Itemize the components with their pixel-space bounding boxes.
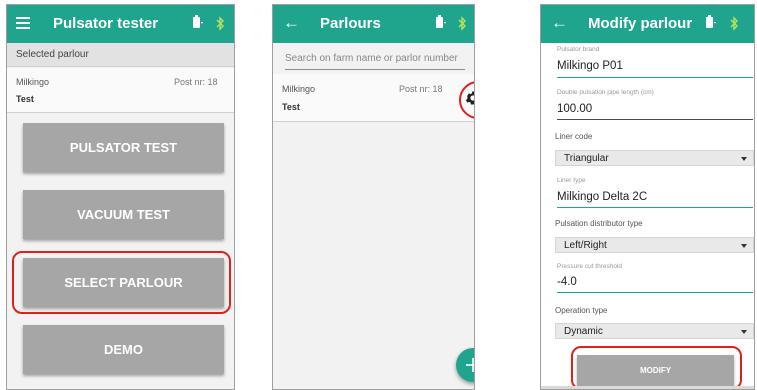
selected-parlour-card: Milkingo Post nr: 18 Test [7, 68, 234, 113]
demo-button[interactable]: DEMO [23, 325, 224, 374]
app-title: Modify parlour [588, 15, 693, 32]
liner-type-field[interactable]: Milkingo Delta 2C [557, 191, 647, 203]
pulsator-brand-label: Pulsator brand [557, 46, 600, 53]
distributor-type-value: Left/Right [564, 240, 607, 251]
field-underline [557, 77, 753, 78]
dropdown-arrow-icon [741, 330, 747, 334]
distributor-type-label: Pulsation distributor type [555, 219, 643, 228]
battery-icon [706, 15, 716, 28]
pipe-length-field[interactable]: 100.00 [557, 103, 592, 115]
field-underline [557, 207, 753, 208]
operation-type-label: Operation type [555, 306, 608, 315]
selected-parlour-header: Selected parlour [7, 43, 234, 67]
parlour-name: Test [282, 102, 300, 112]
bluetooth-icon [730, 16, 738, 31]
modify-highlight [571, 346, 742, 389]
battery-icon [436, 15, 446, 28]
distributor-type-select[interactable]: Left/Right [555, 237, 754, 253]
field-underline [557, 292, 753, 293]
operation-type-value: Dynamic [564, 326, 603, 337]
bluetooth-icon [458, 16, 466, 31]
parlour-name: Test [16, 94, 34, 104]
back-arrow-icon[interactable]: ← [283, 13, 300, 33]
bottom-scroll-bar [541, 386, 754, 389]
liner-code-value: Triangular [564, 153, 609, 164]
field-underline [557, 119, 753, 120]
dropdown-arrow-icon [741, 244, 747, 248]
farm-name: Milkingo [282, 84, 316, 94]
liner-code-select[interactable]: Triangular [555, 150, 754, 166]
select-parlour-highlight [12, 251, 231, 314]
app-bar: Pulsator tester [7, 5, 234, 43]
farm-name: Milkingo [16, 77, 50, 87]
vacuum-test-button[interactable]: VACUUM TEST [23, 190, 224, 239]
pressure-threshold-field[interactable]: -4.0 [557, 276, 577, 288]
pressure-threshold-label: Pressure cut threshold [557, 263, 623, 270]
pipe-length-label: Double pulsation pipe length (cm) [557, 89, 654, 96]
modify-parlour-screen: ← Modify parlour Pulsator brand Milkingo… [540, 4, 755, 390]
app-bar: ← Parlours [273, 5, 474, 43]
add-parlour-button[interactable] [456, 348, 474, 382]
menu-icon[interactable] [16, 17, 30, 32]
liner-type-label: Liner type [557, 177, 586, 184]
pulsator-brand-field[interactable]: Milkingo P01 [557, 60, 623, 72]
app-title: Pulsator tester [53, 15, 159, 32]
app-bar: ← Modify parlour [541, 5, 754, 43]
post-number: Post nr: 18 [399, 84, 443, 94]
search-input[interactable]: Search on farm name or parlor number [285, 53, 465, 70]
plus-icon [466, 358, 474, 372]
pulsator-tester-screen: Pulsator tester Selected parlour Milking… [6, 4, 235, 390]
dropdown-arrow-icon [741, 157, 747, 161]
back-arrow-icon[interactable]: ← [551, 13, 568, 33]
bluetooth-icon [216, 16, 224, 31]
liner-code-label: Liner code [555, 132, 593, 141]
battery-icon [193, 15, 203, 28]
operation-type-select[interactable]: Dynamic [555, 323, 754, 339]
pulsator-test-button[interactable]: PULSATOR TEST [23, 123, 224, 172]
app-title: Parlours [320, 15, 381, 32]
post-number: Post nr: 18 [174, 77, 218, 87]
parlours-screen: ← Parlours Search on farm name or parlor… [272, 4, 475, 390]
parlour-list-item[interactable]: Milkingo Post nr: 18 Test [273, 74, 474, 122]
